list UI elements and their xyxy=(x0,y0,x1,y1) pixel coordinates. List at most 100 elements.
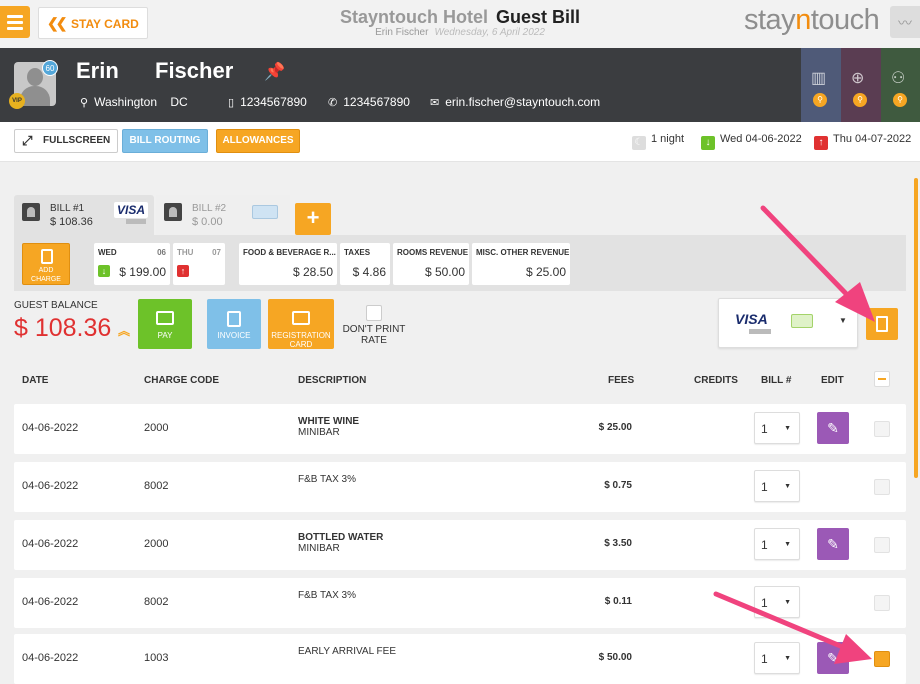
move-charges-button[interactable] xyxy=(866,308,898,340)
row-fees: $ 0.75 xyxy=(604,480,632,491)
table-row[interactable]: 04-06-2022 1003 EARLY ARRIVAL FEE $ 50.0… xyxy=(14,634,906,684)
row-bill-select[interactable]: 1 ▼ xyxy=(754,412,800,444)
nights-text: 1 night xyxy=(651,133,685,145)
registration-card-button[interactable]: REGISTRATION CARD xyxy=(268,299,334,349)
side-tab-company[interactable]: ▥ ⚲ xyxy=(801,48,841,122)
building-icon: ▥ xyxy=(811,70,827,87)
edit-pencil-icon[interactable]: ✎ xyxy=(817,528,849,560)
row-bill-select[interactable]: 1 ▼ xyxy=(754,528,800,560)
table-row[interactable]: 04-06-2022 8002 F&B TAX 3% $ 0.75 1 ▼ xyxy=(14,462,906,512)
row-description: WHITE WINE MINIBAR xyxy=(298,416,359,438)
side-tab-group[interactable]: ⚇ ⚲ xyxy=(881,48,920,122)
row-checkbox[interactable] xyxy=(874,651,890,667)
table-row[interactable]: 04-06-2022 2000 BOTTLED WATER MINIBAR $ 3… xyxy=(14,520,906,570)
row-checkbox[interactable] xyxy=(874,537,890,553)
stay-count-badge: 60 xyxy=(42,60,58,76)
chevron-down-icon: ▼ xyxy=(839,316,847,325)
side-tab-travel-agent[interactable]: ⊕ ⚲ xyxy=(841,48,881,122)
fullscreen-label: FULLSCREEN xyxy=(43,135,111,146)
departure-arrow-icon: ↑ xyxy=(814,136,828,150)
allowances-button[interactable]: ALLOWANCES xyxy=(216,129,300,153)
row-bill-select[interactable]: 1 ▼ xyxy=(754,642,800,674)
day-number: 06 xyxy=(157,248,166,257)
col-header-bill: BILL # xyxy=(761,375,792,386)
row-description-title: F&B TAX 3% xyxy=(298,474,356,485)
revenue-label: FOOD & BEVERAGE R... xyxy=(243,248,336,257)
revenue-taxes[interactable]: TAXES $ 4.86 xyxy=(340,243,390,285)
guest-balance-label: GUEST BALANCE xyxy=(14,300,98,311)
col-header-description: DESCRIPTION xyxy=(298,375,367,386)
visa-icon: VISA xyxy=(735,311,768,327)
table-row[interactable]: 04-06-2022 2000 WHITE WINE MINIBAR $ 25.0… xyxy=(14,404,906,454)
row-date: 04-06-2022 xyxy=(22,596,79,608)
row-description-title: EARLY ARRIVAL FEE xyxy=(298,646,397,657)
hotel-name: Stayntouch Hotel xyxy=(339,7,488,27)
row-charge-code: 2000 xyxy=(144,422,169,434)
day-summary-wed[interactable]: WED 06 ↓ $ 199.00 xyxy=(94,243,170,285)
dont-print-rate-checkbox[interactable] xyxy=(366,305,382,321)
departure-info: ↑ Thu 04-07-2022 xyxy=(814,133,911,150)
add-charge-button[interactable]: ADD CHARGE xyxy=(22,243,70,285)
row-checkbox[interactable] xyxy=(874,595,890,611)
bill-tab-1[interactable]: BILL #1 $ 108.36 VISA xyxy=(14,195,154,235)
pin-icon[interactable]: 📌 xyxy=(264,62,285,82)
logo-text-1: stay xyxy=(744,4,796,36)
day-label: WED xyxy=(98,248,117,257)
arrival-arrow-icon: ↓ xyxy=(98,265,110,277)
invoice-button[interactable]: INVOICE xyxy=(207,299,261,349)
select-all-checkbox[interactable] xyxy=(874,371,890,387)
row-description: EARLY ARRIVAL FEE xyxy=(298,646,396,657)
row-checkbox[interactable] xyxy=(874,479,890,495)
menu-icon[interactable] xyxy=(0,6,30,38)
phone-icon: ✆ xyxy=(328,97,338,109)
fullscreen-button[interactable]: ⤢ FULLSCREEN xyxy=(14,129,118,153)
row-bill-value: 1 xyxy=(761,652,768,666)
bill-tab-2[interactable]: BILL #2 $ 0.00 xyxy=(156,195,290,235)
revenue-label: TAXES xyxy=(344,248,371,257)
table-row[interactable]: 04-06-2022 8002 F&B TAX 3% $ 0.11 1 ▼ xyxy=(14,578,906,628)
add-bill-button[interactable]: + xyxy=(295,203,331,235)
edit-pencil-icon[interactable]: ✎ xyxy=(817,642,849,674)
bill-routing-button[interactable]: BILL ROUTING xyxy=(122,129,208,153)
edit-pencil-icon[interactable]: ✎ xyxy=(817,412,849,444)
scrollbar[interactable] xyxy=(914,178,918,478)
guest-phone-number: 1234567890 xyxy=(343,95,410,109)
activity-icon[interactable]: 〰 xyxy=(890,6,920,38)
col-header-credits: CREDITS xyxy=(694,375,738,386)
revenue-fnb[interactable]: FOOD & BEVERAGE R... $ 28.50 xyxy=(239,243,337,285)
bill-title: Guest Bill xyxy=(496,7,581,27)
page-subtitle: Erin Fischer Wednesday, 6 April 2022 xyxy=(300,27,620,38)
stay-card-button[interactable]: ❮❮ STAY CARD xyxy=(38,7,148,39)
search-icon: ⚲ xyxy=(813,93,827,107)
revenue-rooms[interactable]: ROOMS REVENUE $ 50.00 xyxy=(393,243,469,285)
pay-button[interactable]: PAY xyxy=(138,299,192,349)
mobile-icon: ▯ xyxy=(228,97,235,109)
bill-tab-label: BILL #1 xyxy=(50,203,85,214)
day-summary-thu[interactable]: THU 07 ↑ xyxy=(173,243,225,285)
card-number-mask xyxy=(126,219,146,224)
row-charge-code: 8002 xyxy=(144,480,169,492)
credit-card-icon xyxy=(252,205,278,219)
chevron-up-icon[interactable]: ︽ xyxy=(118,322,130,339)
row-bill-select[interactable]: 1 ▼ xyxy=(754,586,800,618)
revenue-amount: $ 28.50 xyxy=(292,265,333,279)
logo-text-3: touch xyxy=(810,4,880,36)
row-description-title: WHITE WINE xyxy=(298,416,360,427)
row-fees: $ 25.00 xyxy=(598,422,632,433)
card-number-mask xyxy=(749,329,771,334)
group-icon: ⚇ xyxy=(891,70,906,87)
row-date: 04-06-2022 xyxy=(22,422,79,434)
globe-icon: ⊕ xyxy=(851,70,865,87)
payment-card-select[interactable]: VISA ▼ xyxy=(718,298,858,348)
revenue-amount: $ 25.00 xyxy=(525,265,566,279)
wallet-icon xyxy=(156,311,174,325)
row-fees: $ 3.50 xyxy=(604,538,632,549)
row-checkbox[interactable] xyxy=(874,421,890,437)
row-description: BOTTLED WATER MINIBAR xyxy=(298,532,383,554)
row-bill-select[interactable]: 1 ▼ xyxy=(754,470,800,502)
departure-arrow-icon: ↑ xyxy=(177,265,189,277)
add-charge-label: ADD CHARGE xyxy=(31,267,61,283)
revenue-misc[interactable]: MISC. OTHER REVENUE $ 25.00 xyxy=(472,243,570,285)
chevron-down-icon: ▼ xyxy=(784,483,791,490)
revenue-amount: $ 4.86 xyxy=(352,265,386,279)
